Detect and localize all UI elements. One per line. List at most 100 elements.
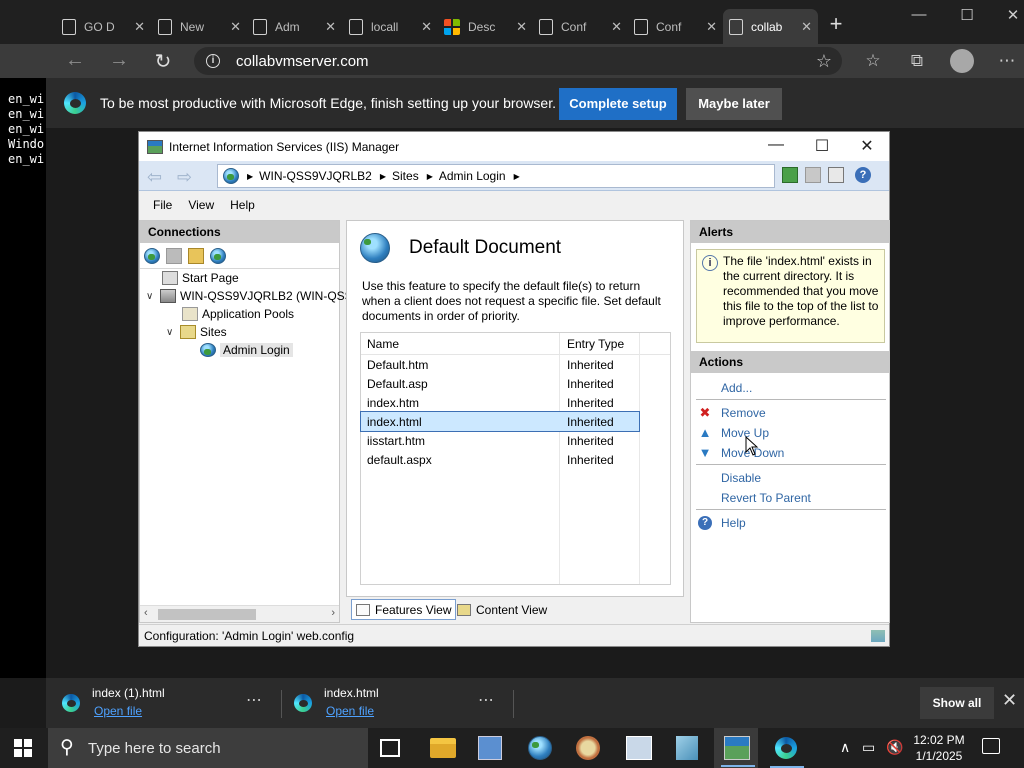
browser-tab[interactable]: Conf ✕ xyxy=(628,9,723,44)
home-icon[interactable] xyxy=(828,167,844,183)
favorite-star-icon[interactable]: ☆ xyxy=(816,51,832,72)
close-icon[interactable]: ✕ xyxy=(852,136,882,156)
refresh-icon[interactable] xyxy=(782,167,798,183)
action-revert-to-parent[interactable]: Revert To Parent xyxy=(698,491,811,505)
paint-icon[interactable] xyxy=(576,736,600,760)
browser-tab[interactable]: Conf ✕ xyxy=(533,9,628,44)
browser-tab-active[interactable]: collab ✕ xyxy=(723,9,818,44)
close-tab-icon[interactable]: ✕ xyxy=(134,19,145,35)
close-tab-icon[interactable]: ✕ xyxy=(706,19,717,35)
action-add[interactable]: Add... xyxy=(698,381,752,395)
maximize-icon[interactable]: ☐ xyxy=(952,6,982,24)
download-item[interactable]: index (1).html Open file ⋯ xyxy=(46,678,276,728)
close-tab-icon[interactable]: ✕ xyxy=(421,19,432,35)
breadcrumb-site[interactable]: Admin Login xyxy=(439,169,506,183)
column-header-name[interactable]: Name xyxy=(367,337,399,351)
list-row[interactable]: Default.htm Inherited xyxy=(361,355,670,374)
iis-title-bar[interactable]: Internet Information Services (IIS) Mana… xyxy=(139,132,889,161)
server-manager-icon[interactable] xyxy=(478,736,502,760)
close-downloads-icon[interactable]: ✕ xyxy=(1002,690,1017,711)
tab-content-view[interactable]: Content View xyxy=(453,599,551,620)
tree-item-start-page[interactable]: Start Page xyxy=(162,271,239,285)
tree-item-admin-login[interactable]: Admin Login xyxy=(200,343,293,357)
breadcrumb-server[interactable]: WIN-QSS9VJQRLB2 xyxy=(259,169,372,183)
remote-desktop-icon[interactable] xyxy=(626,736,652,760)
resize-grip-icon[interactable] xyxy=(871,630,885,642)
collapse-icon[interactable]: ∨ xyxy=(146,291,158,302)
iis-manager-taskbar-icon[interactable] xyxy=(721,736,755,767)
taskbar-clock[interactable]: 12:02 PM 1/1/2025 xyxy=(908,732,970,764)
action-disable[interactable]: Disable xyxy=(698,471,761,485)
minimize-icon[interactable]: — xyxy=(904,6,934,23)
forward-icon[interactable]: ⇨ xyxy=(177,167,192,188)
open-file-link[interactable]: Open file xyxy=(326,704,374,718)
more-options-icon[interactable]: ⋯ xyxy=(994,51,1020,71)
chevron-right-icon[interactable]: ▶ xyxy=(247,172,253,181)
edge-taskbar-icon[interactable] xyxy=(770,736,804,768)
close-window-icon[interactable]: ✕ xyxy=(998,6,1024,24)
tree-item-sites[interactable]: ∨ Sites xyxy=(166,325,227,339)
help-icon[interactable]: ? xyxy=(855,167,871,183)
column-header-entry-type[interactable]: Entry Type xyxy=(567,337,624,351)
browser-tab[interactable]: Adm ✕ xyxy=(247,9,342,44)
tree-item-server[interactable]: ∨ WIN-QSS9VJQRLB2 (WIN-QSS xyxy=(146,289,353,303)
network-icon[interactable]: ▭ xyxy=(862,739,875,756)
menu-view[interactable]: View xyxy=(188,198,214,212)
list-row[interactable]: iisstart.htm Inherited xyxy=(361,431,670,450)
browser-tab[interactable]: New ✕ xyxy=(152,9,247,44)
breadcrumb[interactable]: ▶ WIN-QSS9VJQRLB2 ▶ Sites ▶ Admin Login … xyxy=(217,164,775,188)
menu-file[interactable]: File xyxy=(153,198,172,212)
minimize-icon[interactable]: — xyxy=(761,136,791,154)
tray-chevron-up-icon[interactable]: ∧ xyxy=(840,739,850,756)
network-globe-icon[interactable] xyxy=(528,736,552,760)
list-row[interactable]: index.htm Inherited xyxy=(361,393,670,412)
close-tab-icon[interactable]: ✕ xyxy=(516,19,527,35)
connect-icon[interactable] xyxy=(144,247,160,264)
list-row[interactable]: Default.asp Inherited xyxy=(361,374,670,393)
show-all-button[interactable]: Show all xyxy=(920,687,994,719)
action-help[interactable]: ? Help xyxy=(698,516,746,530)
refresh-icon[interactable]: ↻ xyxy=(148,49,178,74)
task-view-icon[interactable] xyxy=(380,739,400,757)
list-row[interactable]: default.aspx Inherited xyxy=(361,450,670,469)
site-info-icon[interactable]: i xyxy=(206,54,220,68)
more-options-icon[interactable]: ⋯ xyxy=(478,690,495,710)
chevron-right-icon[interactable]: ▶ xyxy=(380,172,386,181)
file-explorer-icon[interactable] xyxy=(430,738,456,758)
favorites-icon[interactable]: ☆ xyxy=(860,51,886,71)
tree-item-app-pools[interactable]: Application Pools xyxy=(182,307,294,321)
windows-start-icon[interactable] xyxy=(14,739,32,757)
close-tab-icon[interactable]: ✕ xyxy=(325,19,336,35)
open-file-link[interactable]: Open file xyxy=(94,704,142,718)
list-row-selected[interactable]: index.html Inherited xyxy=(360,411,640,432)
close-tab-icon[interactable]: ✕ xyxy=(611,19,622,35)
notifications-icon[interactable] xyxy=(982,738,1000,754)
volume-muted-icon[interactable]: 🔇 xyxy=(886,739,903,756)
scrollbar-thumb[interactable] xyxy=(158,609,256,620)
notepad-icon[interactable] xyxy=(676,736,698,760)
action-remove[interactable]: ✖ Remove xyxy=(698,406,766,421)
address-bar[interactable]: i collabvmserver.com ☆ xyxy=(194,47,842,75)
disconnect-icon[interactable] xyxy=(210,247,226,264)
browser-tab[interactable]: Desc ✕ xyxy=(438,9,533,44)
folder-up-icon[interactable] xyxy=(188,247,204,264)
horizontal-scrollbar[interactable]: ‹ › xyxy=(140,605,339,622)
browser-tab[interactable]: GO D ✕ xyxy=(56,9,151,44)
back-icon[interactable]: ← xyxy=(60,49,90,72)
close-tab-icon[interactable]: ✕ xyxy=(801,19,812,35)
scroll-right-icon[interactable]: › xyxy=(331,607,335,619)
taskbar-search-box[interactable]: ⚲ Type here to search xyxy=(48,728,368,768)
stop-icon[interactable] xyxy=(805,167,821,183)
forward-icon[interactable]: → xyxy=(104,49,134,72)
more-options-icon[interactable]: ⋯ xyxy=(246,690,263,710)
tab-features-view[interactable]: Features View xyxy=(351,599,457,620)
action-move-down[interactable]: ▼ Move Down xyxy=(698,446,785,461)
close-tab-icon[interactable]: ✕ xyxy=(230,19,241,35)
collections-icon[interactable]: ⧉ xyxy=(904,51,930,71)
maybe-later-button[interactable]: Maybe later xyxy=(686,88,782,120)
maximize-icon[interactable]: ☐ xyxy=(807,136,837,156)
breadcrumb-sites[interactable]: Sites xyxy=(392,169,419,183)
collapse-icon[interactable]: ∨ xyxy=(166,327,178,338)
browser-tab[interactable]: locall ✕ xyxy=(343,9,438,44)
download-item[interactable]: index.html Open file ⋯ xyxy=(278,678,508,728)
